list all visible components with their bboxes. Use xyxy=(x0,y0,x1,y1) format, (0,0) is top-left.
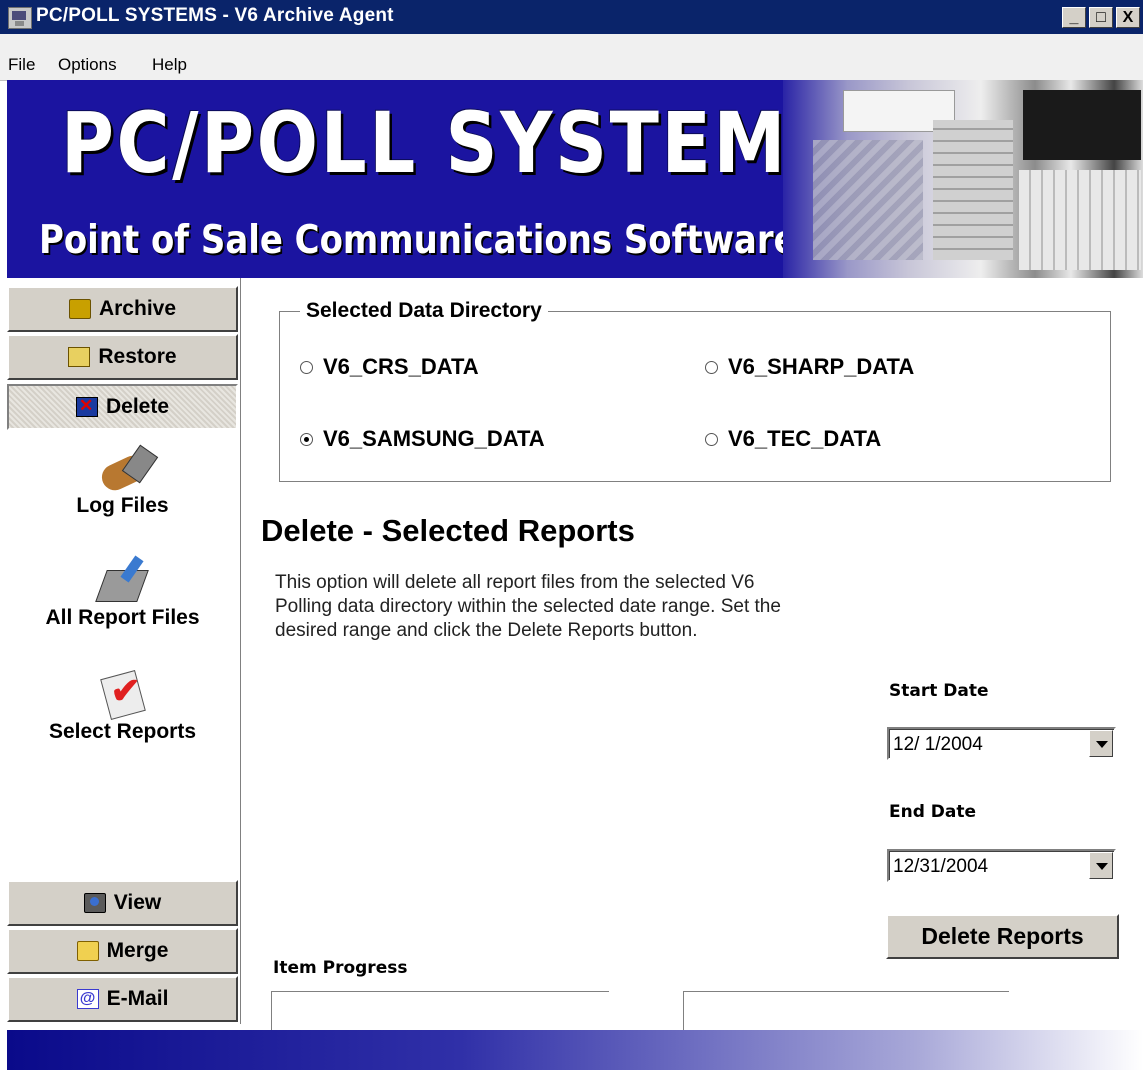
menu-file[interactable]: File xyxy=(8,55,35,75)
restore-icon xyxy=(68,347,91,367)
nav-view-button[interactable]: View xyxy=(7,880,238,926)
sub-log-files-label: Log Files xyxy=(76,494,169,517)
app-icon[interactable] xyxy=(8,7,32,29)
log-icon xyxy=(93,442,153,494)
start-date-picker[interactable]: 12/ 1/2004 xyxy=(887,727,1116,760)
sub-log-files[interactable]: Log Files xyxy=(7,442,238,518)
menu-help[interactable]: Help xyxy=(152,55,187,75)
radio-crs-data[interactable]: V6_CRS_DATA xyxy=(300,354,479,380)
nav-archive-label: Archive xyxy=(98,297,177,320)
end-date-label: End Date xyxy=(889,802,977,822)
radio-sharp-data[interactable]: V6_SHARP_DATA xyxy=(705,354,914,380)
nav-email-label: E-Mail xyxy=(106,987,169,1010)
banner-image xyxy=(783,80,1143,278)
banner-subtitle: Point of Sale Communications Software xyxy=(39,218,797,263)
data-directory-legend: Selected Data Directory xyxy=(300,299,548,323)
delete-reports-button[interactable]: Delete Reports xyxy=(886,914,1119,959)
banner: PC/POLL SYSTEMS Point of Sale Communicat… xyxy=(7,80,1143,278)
archive-icon xyxy=(68,299,91,319)
chevron-down-icon[interactable] xyxy=(1089,852,1113,879)
nav-delete-button[interactable]: Delete xyxy=(7,384,238,430)
radio-crs-label: V6_CRS_DATA xyxy=(323,354,479,379)
nav-archive-button[interactable]: Archive xyxy=(7,286,238,332)
nav-merge-button[interactable]: Merge xyxy=(7,928,238,974)
chevron-down-icon[interactable] xyxy=(1089,730,1113,757)
radio-dot-selected[interactable] xyxy=(300,432,313,446)
radio-sharp-label: V6_SHARP_DATA xyxy=(728,354,915,379)
window-title: PC/POLL SYSTEMS - V6 Archive Agent xyxy=(36,5,394,26)
minimize-button[interactable]: _ xyxy=(1062,7,1086,28)
nav-merge-label: Merge xyxy=(106,939,169,962)
radio-dot[interactable] xyxy=(705,360,718,374)
title-bar: PC/POLL SYSTEMS - V6 Archive Agent _ □ X xyxy=(0,0,1143,34)
radio-samsung-data[interactable]: V6_SAMSUNG_DATA xyxy=(300,426,545,452)
status-bar xyxy=(7,1030,1143,1070)
all-reports-icon xyxy=(93,554,153,606)
end-date-picker[interactable]: 12/31/2004 xyxy=(887,849,1116,882)
nav-delete-label: Delete xyxy=(105,395,170,418)
item-progress-label: Item Progress xyxy=(273,958,408,978)
nav-email-button[interactable]: @ E-Mail xyxy=(7,976,238,1022)
radio-dot[interactable] xyxy=(705,432,718,446)
delete-icon xyxy=(75,396,98,417)
radio-tec-label: V6_TEC_DATA xyxy=(728,426,882,451)
nav-restore-button[interactable]: Restore xyxy=(7,334,238,380)
maximize-button[interactable]: □ xyxy=(1089,7,1113,28)
email-icon: @ xyxy=(76,989,99,1009)
radio-samsung-label: V6_SAMSUNG_DATA xyxy=(323,426,545,451)
close-button[interactable]: X xyxy=(1116,7,1140,28)
description-text: This option will delete all report files… xyxy=(275,572,781,641)
start-date-value: 12/ 1/2004 xyxy=(893,734,983,755)
nav-restore-label: Restore xyxy=(98,345,177,368)
sub-select-reports[interactable]: Select Reports xyxy=(7,668,238,744)
sub-all-report-files[interactable]: All Report Files xyxy=(7,554,238,630)
page-title: Delete - Selected Reports xyxy=(261,513,635,548)
menu-bar: File Options Help xyxy=(0,34,1143,81)
sub-all-report-files-label: All Report Files xyxy=(45,606,200,629)
menu-options[interactable]: Options xyxy=(58,55,117,75)
start-date-label: Start Date xyxy=(889,681,989,701)
sub-select-reports-label: Select Reports xyxy=(48,720,197,743)
view-icon xyxy=(83,893,106,913)
merge-icon xyxy=(76,941,99,961)
end-date-value: 12/31/2004 xyxy=(893,856,989,877)
data-directory-group: Selected Data Directory V6_CRS_DATA V6_S… xyxy=(279,299,1111,482)
banner-title: PC/POLL SYSTEMS xyxy=(61,94,843,192)
radio-tec-data[interactable]: V6_TEC_DATA xyxy=(705,426,881,452)
select-reports-icon xyxy=(93,668,153,720)
radio-dot[interactable] xyxy=(300,360,313,374)
nav-view-label: View xyxy=(113,891,162,914)
